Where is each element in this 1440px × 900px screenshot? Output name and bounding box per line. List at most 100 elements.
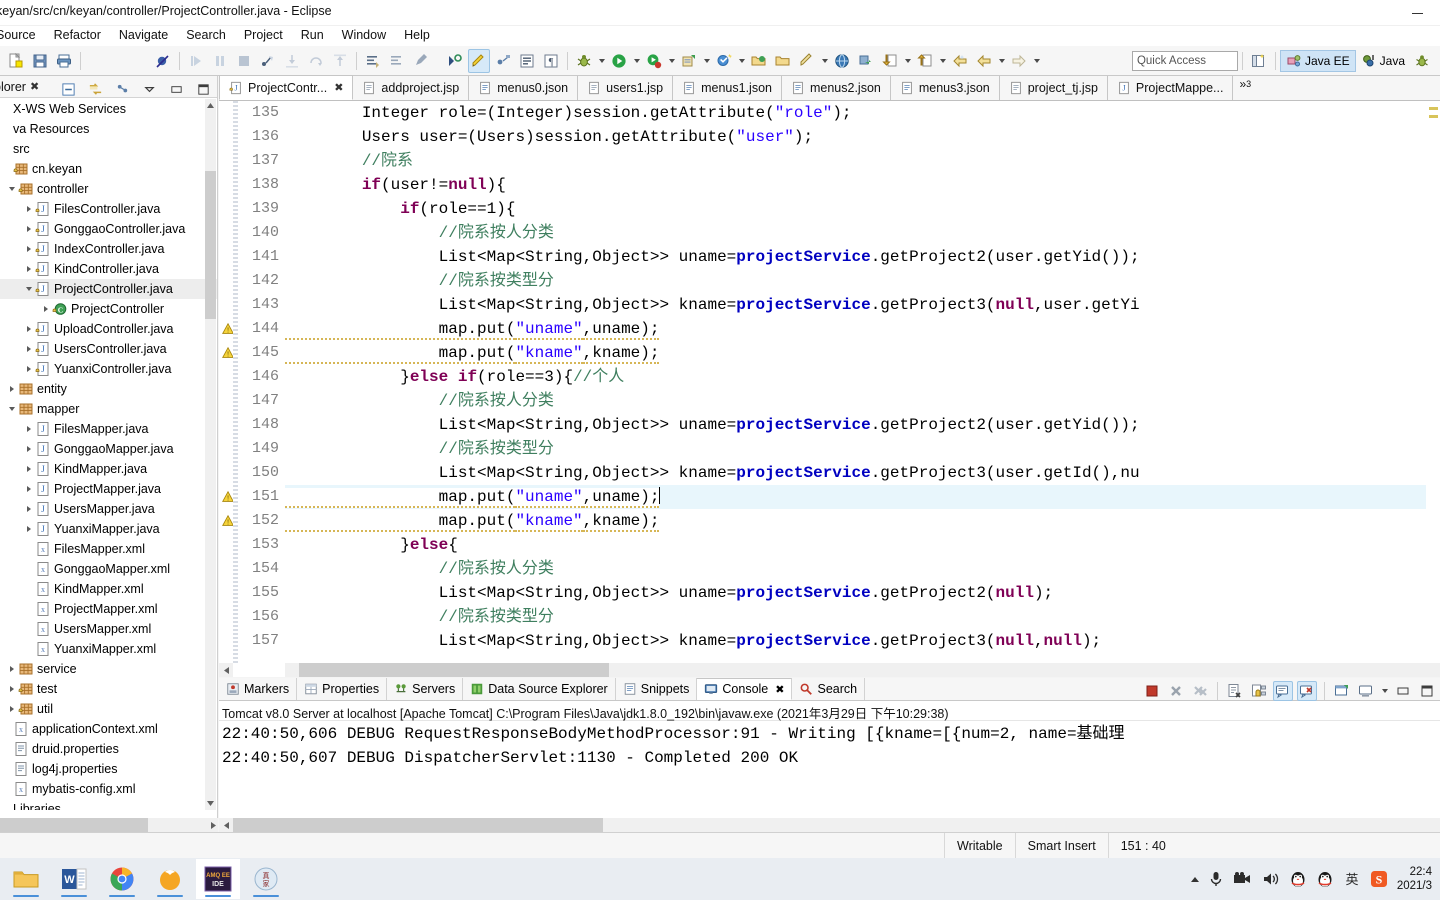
sidebar-scroll-thumb[interactable] bbox=[205, 171, 216, 319]
pilcrow-icon[interactable]: ¶ bbox=[540, 49, 562, 73]
web-browser-icon[interactable] bbox=[831, 49, 853, 73]
qq-icon[interactable] bbox=[1289, 870, 1307, 888]
console-menu-dropdown-icon[interactable] bbox=[1379, 679, 1390, 703]
export-dropdown-icon[interactable] bbox=[937, 49, 948, 73]
minimize-button[interactable] bbox=[1394, 0, 1440, 26]
code-line[interactable]: Users user=(Users)session.getAttribute("… bbox=[285, 125, 1440, 149]
code-line[interactable]: //院系按人分类 bbox=[285, 557, 1440, 581]
run-dropdown-icon[interactable] bbox=[631, 49, 642, 73]
new-icon[interactable] bbox=[5, 49, 27, 73]
bottom-tab-snippets[interactable]: Snippets bbox=[616, 678, 698, 700]
chevron-right-icon[interactable] bbox=[39, 299, 52, 319]
chevron-right-icon[interactable] bbox=[22, 419, 35, 439]
tree-item[interactable]: x applicationContext.xml bbox=[0, 719, 217, 739]
code-line[interactable]: //院系按类型分 bbox=[285, 437, 1440, 461]
remove-all-launches-icon[interactable] bbox=[1190, 681, 1210, 701]
menu-item-source[interactable]: Source bbox=[0, 26, 45, 44]
tree-item[interactable]: log4j.properties bbox=[0, 759, 217, 779]
sogou-input-icon[interactable]: S bbox=[1370, 870, 1388, 888]
editor-tab[interactable]: menus3.json bbox=[890, 76, 1000, 100]
tree-item[interactable]: druid.properties bbox=[0, 739, 217, 759]
code-line[interactable]: List<Map<String,Object>> kname=projectSe… bbox=[285, 293, 1440, 317]
editor-tab[interactable]: J ProjectMappe... bbox=[1107, 76, 1234, 100]
menu-item-navigate[interactable]: Navigate bbox=[110, 26, 177, 44]
chevron-right-icon[interactable] bbox=[22, 479, 35, 499]
editor-tab[interactable]: users1.jsp bbox=[578, 76, 674, 100]
chevron-right-icon[interactable] bbox=[22, 319, 35, 339]
code-line[interactable]: map.put("kname",kname); bbox=[285, 509, 1440, 533]
code-line[interactable]: List<Map<String,Object>> uname=projectSe… bbox=[285, 581, 1440, 605]
code-line[interactable]: List<Map<String,Object>> uname=projectSe… bbox=[285, 245, 1440, 269]
editor-tabs-overflow[interactable]: » 3 bbox=[1233, 76, 1257, 100]
scroll-lock-icon[interactable] bbox=[1249, 681, 1269, 701]
menu-item-search[interactable]: Search bbox=[177, 26, 235, 44]
new-server-icon[interactable] bbox=[678, 49, 700, 73]
chevron-right-icon[interactable] bbox=[22, 519, 35, 539]
scroll-up-icon[interactable] bbox=[205, 99, 216, 112]
suspend-icon[interactable] bbox=[209, 49, 231, 73]
console-hscroll-thumb[interactable] bbox=[233, 818, 603, 832]
menu-item-help[interactable]: Help bbox=[395, 26, 439, 44]
bottom-tab-console[interactable]: Console ✖ bbox=[697, 678, 793, 700]
tree-item[interactable]: src bbox=[0, 139, 217, 159]
open-perspective-icon[interactable] bbox=[1248, 49, 1270, 73]
chevron-down-icon[interactable] bbox=[5, 179, 18, 199]
code-line[interactable]: if(role==1){ bbox=[285, 197, 1440, 221]
tree-item[interactable]: J YuanxiController.java bbox=[0, 359, 217, 379]
bottom-tab-markers[interactable]: Markers bbox=[219, 678, 298, 700]
clear-console-icon[interactable] bbox=[1225, 681, 1245, 701]
link-with-editor-icon[interactable] bbox=[84, 77, 106, 101]
open-task-icon[interactable] bbox=[468, 48, 490, 73]
open-console-icon[interactable] bbox=[1332, 681, 1352, 701]
bottom-tab-servers[interactable]: Servers bbox=[387, 678, 464, 700]
export-icon[interactable] bbox=[914, 49, 936, 73]
toggle-block-selection-icon[interactable] bbox=[492, 49, 514, 73]
editor-tab[interactable]: J ProjectContr... ✖ bbox=[219, 75, 354, 100]
tree-item[interactable]: J ProjectController.java bbox=[0, 279, 217, 299]
console-horizontal-scrollbar[interactable] bbox=[219, 818, 1440, 832]
tree-item[interactable]: service bbox=[0, 659, 217, 679]
word-icon[interactable]: W bbox=[52, 859, 96, 899]
code-line[interactable]: map.put("kname",kname); bbox=[285, 341, 1440, 365]
debug-dropdown-icon[interactable] bbox=[596, 49, 607, 73]
orange-app-icon[interactable] bbox=[148, 859, 192, 899]
tree-item[interactable]: Libraries bbox=[0, 799, 217, 810]
external-tools-dropdown-icon[interactable] bbox=[666, 49, 677, 73]
code-line[interactable]: }else if(role==3){//个人 bbox=[285, 365, 1440, 389]
code-line[interactable]: //院系按人分类 bbox=[285, 221, 1440, 245]
tree-item[interactable]: x FilesMapper.xml bbox=[0, 539, 217, 559]
back-history-icon[interactable] bbox=[949, 49, 971, 73]
run-as-server-icon[interactable] bbox=[855, 49, 877, 73]
tree-item[interactable]: J UsersMapper.java bbox=[0, 499, 217, 519]
tree-item[interactable]: J YuanxiMapper.java bbox=[0, 519, 217, 539]
terminate-icon[interactable] bbox=[233, 49, 255, 73]
chevron-right-icon[interactable] bbox=[5, 699, 18, 719]
remove-launch-icon[interactable] bbox=[1166, 681, 1186, 701]
close-icon[interactable]: ✖ bbox=[30, 80, 39, 93]
chrome-icon[interactable] bbox=[100, 859, 144, 899]
terminate-console-icon[interactable] bbox=[1142, 681, 1162, 701]
last-edit-location-icon[interactable] bbox=[410, 49, 432, 73]
tree-item[interactable]: x ProjectMapper.xml bbox=[0, 599, 217, 619]
code-line[interactable]: //院系按类型分 bbox=[285, 605, 1440, 629]
qq-secondary-icon[interactable] bbox=[1316, 870, 1334, 888]
perspective-java-ee[interactable]: Java EE bbox=[1279, 49, 1356, 72]
tree-item[interactable]: J FilesMapper.java bbox=[0, 419, 217, 439]
tree-item[interactable]: J ProjectMapper.java bbox=[0, 479, 217, 499]
sogou-app-icon[interactable]: 真家 bbox=[244, 859, 288, 899]
tree-item[interactable]: controller bbox=[0, 179, 217, 199]
toggle-mark-occurrences-icon[interactable] bbox=[444, 49, 466, 73]
open-task-marker-icon[interactable] bbox=[796, 49, 818, 73]
open-resource-icon[interactable] bbox=[772, 49, 794, 73]
tree-item[interactable]: J GonggaoMapper.java bbox=[0, 439, 217, 459]
run-external-tools-icon[interactable] bbox=[643, 49, 665, 73]
chevron-down-icon[interactable] bbox=[22, 279, 35, 299]
perspective-java[interactable]: Java bbox=[1356, 50, 1410, 72]
taskbar-clock[interactable]: 22:4 2021/3 bbox=[1397, 865, 1434, 893]
chevron-right-icon[interactable] bbox=[22, 499, 35, 519]
display-selected-console-icon[interactable] bbox=[1297, 681, 1317, 701]
code-line[interactable]: Integer role=(Integer)session.getAttribu… bbox=[285, 101, 1440, 125]
tree-item[interactable]: mapper bbox=[0, 399, 217, 419]
menu-item-window[interactable]: Window bbox=[333, 26, 395, 44]
code-line[interactable]: }else{ bbox=[285, 533, 1440, 557]
